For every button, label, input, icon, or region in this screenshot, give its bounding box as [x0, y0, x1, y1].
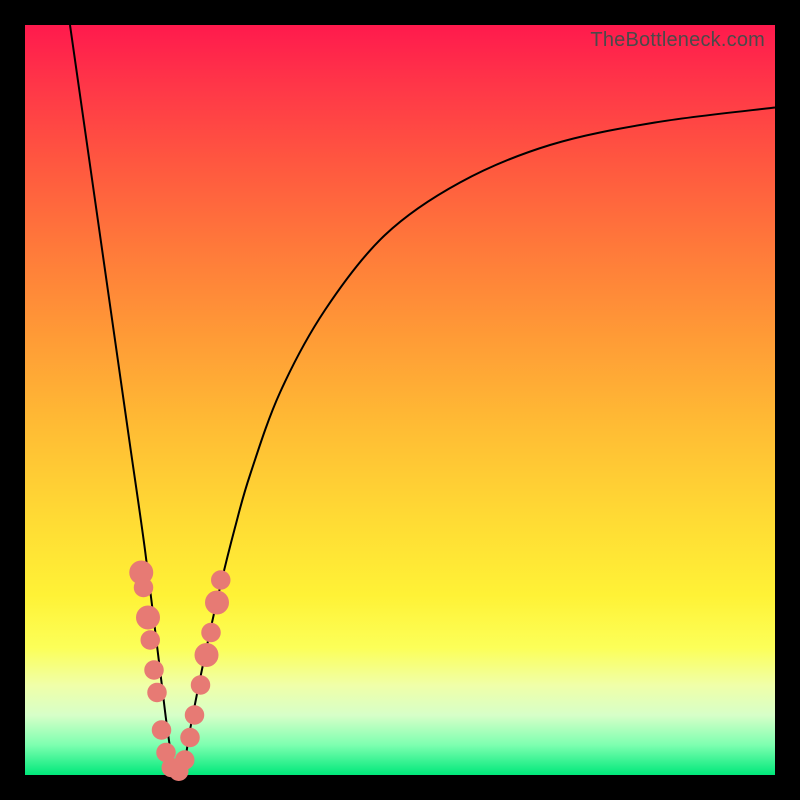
data-marker [180, 728, 200, 748]
data-marker [185, 705, 205, 725]
data-marker [191, 675, 211, 695]
data-marker [195, 643, 219, 667]
chart-plot-area: TheBottleneck.com [25, 25, 775, 775]
data-marker [205, 591, 229, 615]
data-marker [134, 578, 154, 598]
data-marker [136, 606, 160, 630]
data-marker [141, 630, 161, 650]
data-markers [129, 561, 230, 782]
chart-frame: TheBottleneck.com [0, 0, 800, 800]
data-marker [175, 750, 195, 770]
bottleneck-curve [70, 25, 775, 781]
data-marker [147, 683, 167, 703]
data-marker [211, 570, 231, 590]
chart-svg [25, 25, 775, 775]
data-marker [144, 660, 164, 680]
data-marker [201, 623, 221, 643]
data-marker [152, 720, 172, 740]
